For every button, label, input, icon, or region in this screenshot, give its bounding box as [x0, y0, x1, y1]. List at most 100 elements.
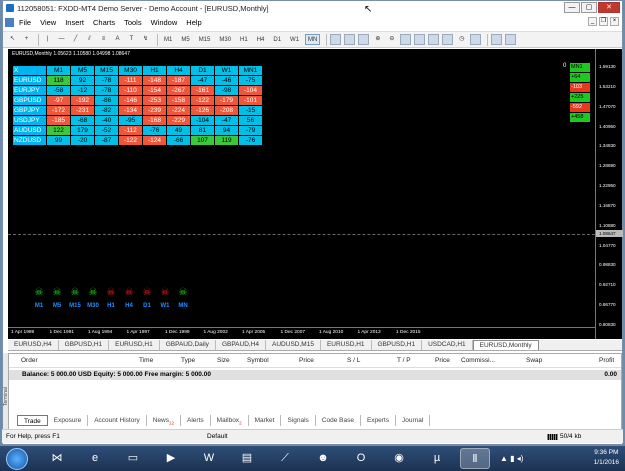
feather-icon[interactable]: ⟋	[270, 448, 300, 469]
balance-row[interactable]: Balance: 5 000.00 USD Equity: 5 000.00 F…	[9, 370, 621, 380]
mdi-close-button[interactable]: ×	[610, 17, 619, 26]
clock[interactable]: 9:36 PM 1/1/2016	[594, 448, 619, 468]
terminal-column-header[interactable]: T / P	[397, 357, 411, 364]
timeframe-m1-button[interactable]: M1	[161, 34, 175, 45]
media-player-icon[interactable]: ▶	[156, 448, 186, 469]
cursor-tool-icon[interactable]: ↖	[7, 34, 18, 45]
timeframe-m30-button[interactable]: M30	[216, 34, 234, 45]
timeframe-h1-button[interactable]: H1	[237, 34, 251, 45]
utorrent-icon[interactable]: µ	[422, 448, 452, 469]
crosshair-tool-icon[interactable]: +	[21, 34, 32, 45]
terminal-column-header[interactable]: Profit	[599, 357, 614, 364]
terminal-column-header[interactable]: S / L	[347, 357, 360, 364]
chart-tab[interactable]: GBPUSD,H1	[59, 340, 110, 350]
timeframe-h4-button[interactable]: H4	[254, 34, 268, 45]
menu-view[interactable]: View	[40, 18, 56, 27]
terminal-tab-trade[interactable]: Trade	[17, 415, 48, 426]
label-tool-icon[interactable]: T	[126, 34, 137, 45]
timeframe-m15-button[interactable]: M15	[196, 34, 214, 45]
timeframe-m5-button[interactable]: M5	[178, 34, 192, 45]
terminal-column-header[interactable]: Price	[435, 357, 450, 364]
chart-window-icon[interactable]	[5, 17, 14, 27]
app-icon-2[interactable]: ▤	[232, 448, 262, 469]
terminal-tab-account-history[interactable]: Account History	[88, 415, 147, 426]
chart-tab[interactable]: GBPUSD,H1	[372, 340, 423, 350]
chart-tab[interactable]: USDCAD,H1	[422, 340, 473, 350]
price-scale[interactable]: 1.59130 1.53210 1.47070 1.40950 1.34830 1.288…	[595, 49, 623, 339]
chart-tab[interactable]: GBPAUD,H4	[216, 340, 267, 350]
vertical-line-icon[interactable]: |	[42, 34, 53, 45]
opera-icon[interactable]: O	[346, 448, 376, 469]
channel-icon[interactable]: ⫽	[84, 34, 95, 45]
terminal-column-header[interactable]: Size	[217, 357, 230, 364]
minimize-button[interactable]: —	[564, 2, 580, 13]
timeframe-w1-button[interactable]: W1	[287, 34, 302, 45]
chart-shift-icon[interactable]	[428, 34, 440, 45]
chart-area[interactable]: EURUSD,Monthly 1.05623 1.10580 1.04998 1…	[8, 49, 595, 339]
terminal-column-header[interactable]: Swap	[526, 357, 542, 364]
visual-studio-icon[interactable]: ⋈	[42, 448, 72, 469]
title-bar[interactable]: 112058051: FXDD-MT4 Demo Server - Demo A…	[3, 1, 622, 15]
maximize-button[interactable]: ▢	[581, 2, 597, 13]
terminal-column-header[interactable]: Commissi...	[461, 357, 495, 364]
text-tool-icon[interactable]: A	[112, 34, 123, 45]
mt4-taskbar-icon[interactable]: Ⅱ	[460, 448, 490, 469]
terminal-tab-code-base[interactable]: Code Base	[316, 415, 361, 426]
terminal-tab-exposure[interactable]: Exposure	[48, 415, 89, 426]
menu-charts[interactable]: Charts	[93, 18, 115, 27]
ie-icon[interactable]: e	[80, 448, 110, 469]
game-icon[interactable]: ☻	[308, 448, 338, 469]
chart-tab[interactable]: AUDUSD,M15	[266, 340, 321, 350]
time-axis[interactable]: 1 Apr 1989 1 Dec 1991 1 Aug 1994 1 Apr 1997…	[8, 327, 595, 339]
candlestick-icon[interactable]	[344, 34, 356, 45]
terminal-column-header[interactable]: Time	[139, 357, 153, 364]
zoom-out-icon[interactable]: ⊖	[386, 34, 397, 45]
terminal-tab-experts[interactable]: Experts	[361, 415, 396, 426]
menu-help[interactable]: Help	[186, 18, 201, 27]
tray-icons[interactable]: ▲ ▮ ◂)	[500, 454, 523, 463]
menu-file[interactable]: File	[19, 18, 31, 27]
chart-tab[interactable]: GBPAUD,Daily	[160, 340, 216, 350]
zoom-in-icon[interactable]: ⊕	[372, 34, 383, 45]
new-order-icon[interactable]	[491, 34, 503, 45]
options-icon[interactable]	[505, 34, 517, 45]
terminal-tab-market[interactable]: Market	[249, 415, 282, 426]
terminal-tab-news[interactable]: News12	[147, 415, 182, 426]
timeframe-d1-button[interactable]: D1	[270, 34, 284, 45]
terminal-tab-signals[interactable]: Signals	[281, 415, 316, 426]
templates-icon[interactable]	[470, 34, 482, 45]
terminal-column-header[interactable]: Symbol	[247, 357, 269, 364]
terminal-column-header[interactable]: Type	[181, 357, 195, 364]
close-button[interactable]: ✕	[598, 2, 620, 13]
bar-chart-icon[interactable]	[330, 34, 342, 45]
mdi-restore-button[interactable]: ❐	[599, 17, 608, 26]
terminal-column-header[interactable]: Price	[299, 357, 314, 364]
chart-tab[interactable]: EURUSD,H1	[109, 340, 160, 350]
firefox-icon[interactable]: ◉	[384, 448, 414, 469]
trendline-icon[interactable]: ╱	[70, 34, 81, 45]
menu-insert[interactable]: Insert	[65, 18, 84, 27]
terminal-tab-alerts[interactable]: Alerts	[181, 415, 211, 426]
terminal-tab-journal[interactable]: Journal	[396, 415, 431, 426]
chart-tab[interactable]: EURUSD,Monthly	[472, 340, 539, 350]
terminal-tab-mailbox[interactable]: Mailbox2	[211, 415, 249, 426]
tile-windows-icon[interactable]	[400, 34, 412, 45]
menu-window[interactable]: Window	[151, 18, 178, 27]
chart-tab[interactable]: EURUSD,H4	[8, 340, 59, 350]
matrix-value-cell: 99	[47, 136, 70, 145]
timeframe-mn-button[interactable]: MN	[305, 34, 321, 45]
explorer-icon[interactable]: ▭	[118, 448, 148, 469]
indicators-icon[interactable]	[442, 34, 454, 45]
line-chart-icon[interactable]	[358, 34, 370, 45]
horizontal-line-icon[interactable]: —	[56, 34, 67, 45]
chart-tab[interactable]: EURUSD,H1	[321, 340, 372, 350]
fibonacci-icon[interactable]: ≡	[98, 34, 109, 45]
periods-clock-icon[interactable]: ◷	[456, 34, 467, 45]
start-button[interactable]	[6, 448, 28, 470]
word-icon[interactable]: W	[194, 448, 224, 469]
terminal-column-header[interactable]: Order	[21, 357, 38, 364]
arrows-tool-icon[interactable]: ↯	[140, 34, 151, 45]
autoscroll-icon[interactable]	[414, 34, 426, 45]
mdi-minimize-button[interactable]: _	[588, 17, 597, 26]
menu-tools[interactable]: Tools	[124, 18, 142, 27]
